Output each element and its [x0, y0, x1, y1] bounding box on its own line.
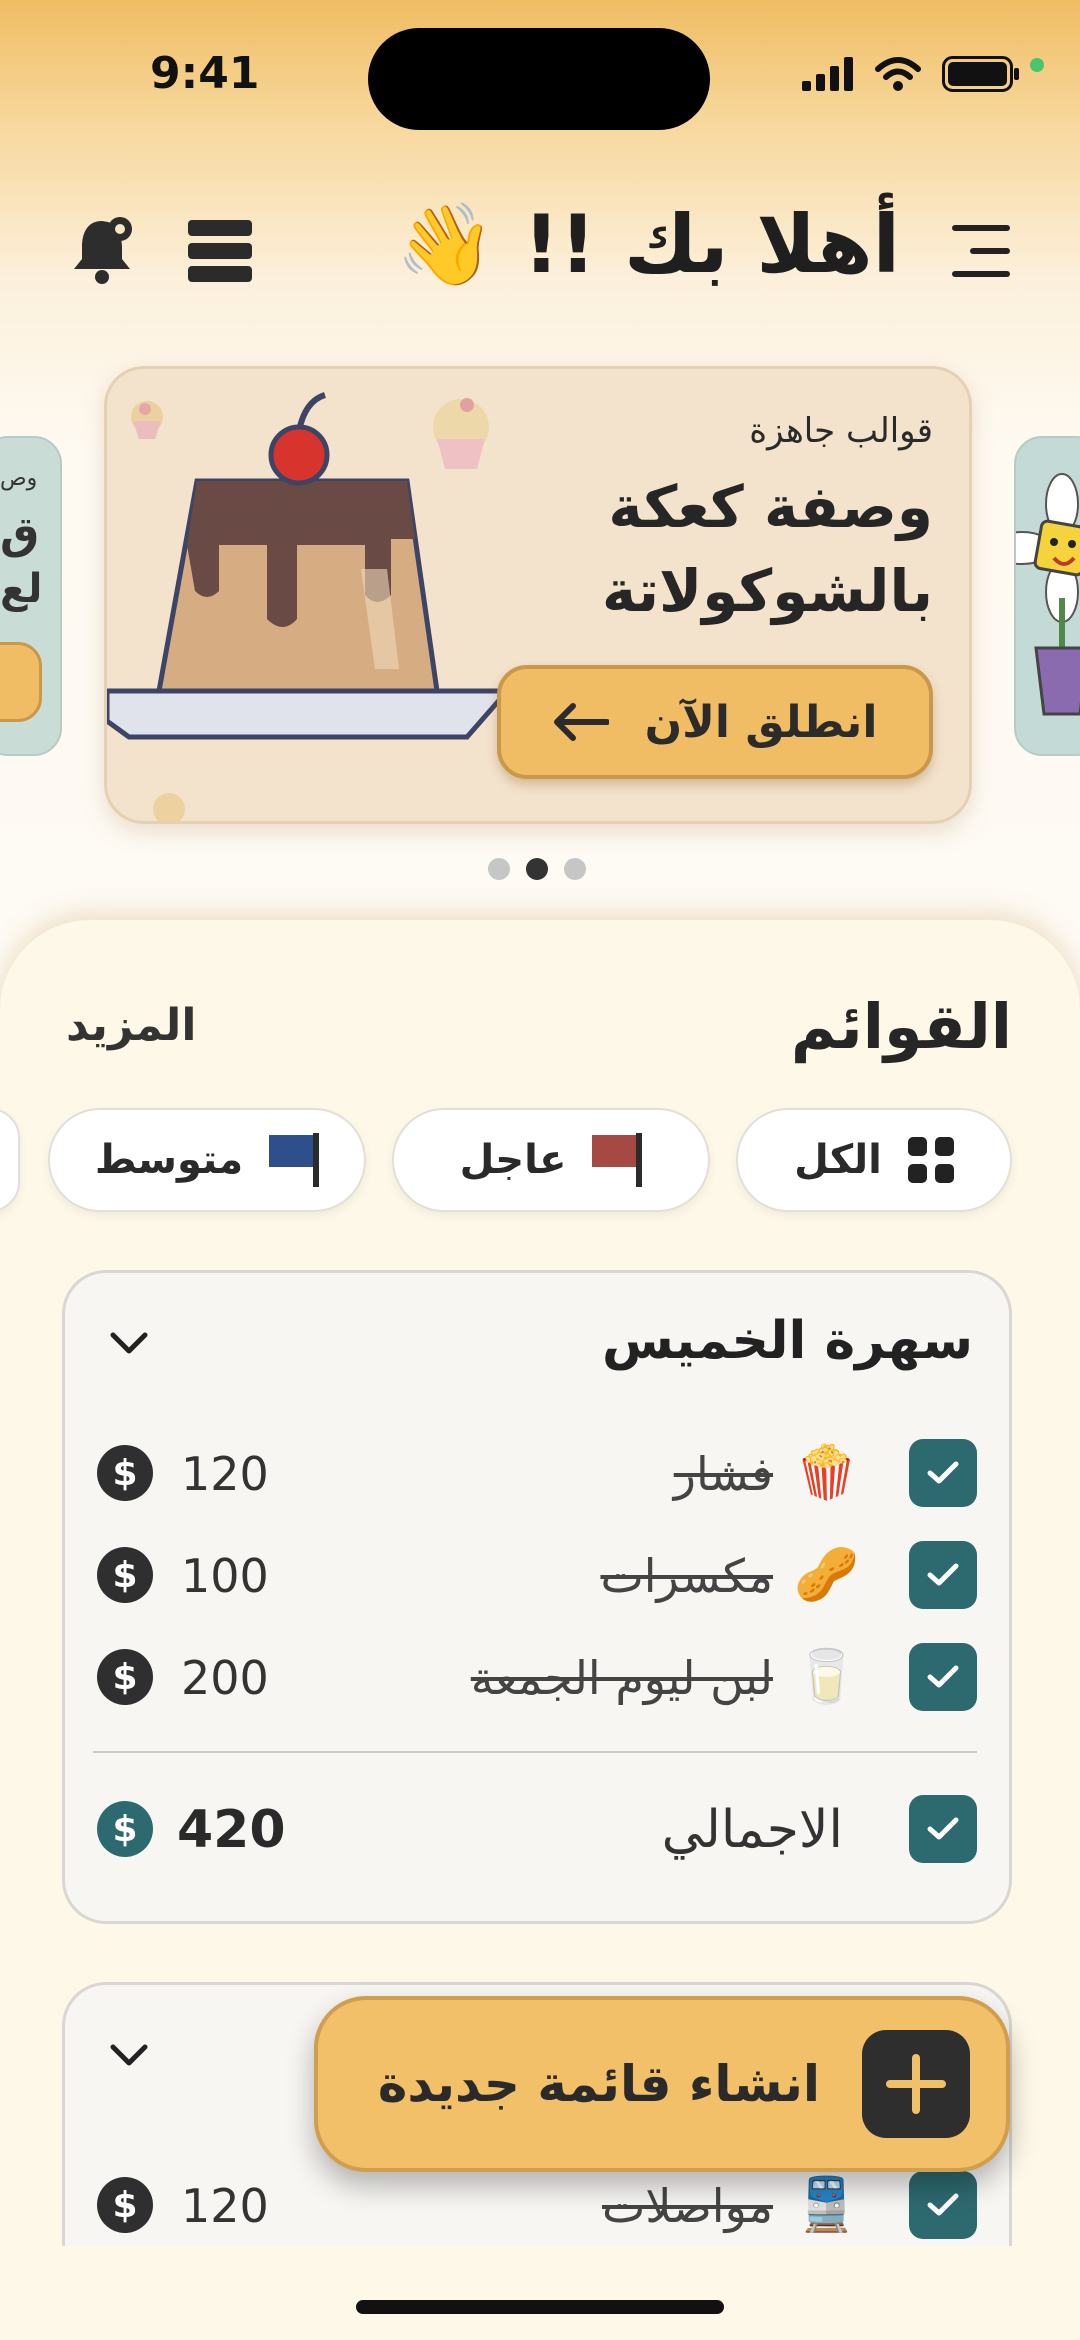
menu-icon[interactable]	[952, 225, 1010, 279]
train-icon: 🚆	[794, 2175, 859, 2235]
chevron-down-icon[interactable]	[109, 1331, 149, 1355]
wifi-icon	[875, 57, 921, 91]
stack-icon[interactable]	[188, 220, 252, 282]
peek-text-1: وص	[0, 466, 38, 491]
item-price: 120	[181, 1447, 269, 1501]
check-icon	[927, 1665, 959, 1688]
lists-title: القوائم	[790, 990, 1012, 1063]
list-item[interactable]: 🍿 فشار 120 $	[65, 1433, 1009, 1513]
dollar-icon: $	[97, 1649, 153, 1705]
chevron-down-icon[interactable]	[109, 2043, 149, 2067]
start-now-button[interactable]: انطلق الآن	[497, 665, 933, 779]
milk-carton-icon: 🥛	[794, 1647, 859, 1707]
filter-chip-urgent[interactable]: عاجل	[392, 1108, 710, 1212]
check-icon	[927, 2193, 959, 2216]
checkbox-checked[interactable]	[909, 1439, 977, 1507]
peek-text-2: ق	[0, 508, 40, 559]
item-price: 200	[181, 1651, 269, 1705]
filter-chip-all[interactable]: الكل	[736, 1108, 1012, 1212]
battery-icon	[942, 56, 1019, 92]
status-time: 9:41	[150, 48, 260, 99]
page-dot[interactable]	[488, 858, 510, 880]
peek-text-3: لع	[0, 566, 43, 612]
status-icons	[802, 56, 1020, 92]
item-name: لبن ليوم الجمعة	[470, 1651, 773, 1705]
arrow-left-icon	[553, 703, 609, 741]
filter-chip-medium[interactable]: متوسط	[48, 1108, 366, 1212]
total-label: الاجمالي	[661, 1800, 843, 1860]
bottom-safe-area	[0, 2246, 1080, 2340]
item-name: فشار	[673, 1447, 773, 1501]
card-title: وصفة كعكة بالشوكولاتة	[602, 473, 933, 625]
carousel-card-previous[interactable]: وص ق لع	[0, 436, 62, 756]
checkbox-checked[interactable]	[909, 1643, 977, 1711]
list-item[interactable]: 🥜 مكسرات 100 $	[65, 1535, 1009, 1615]
notification-bell-icon[interactable]	[70, 215, 134, 285]
greeting-title: أهلا بك !! 👋	[395, 198, 900, 291]
dollar-icon: $	[97, 1445, 153, 1501]
plus-icon	[862, 2030, 970, 2138]
checkbox-checked[interactable]	[909, 1541, 977, 1609]
page-dot-active[interactable]	[526, 858, 548, 880]
item-name: مواصلات	[602, 2179, 773, 2233]
peek-button	[0, 642, 42, 722]
page-dot[interactable]	[564, 858, 586, 880]
dollar-icon: $	[97, 1547, 153, 1603]
item-price: 120	[181, 2179, 269, 2233]
checkbox-checked[interactable]	[909, 2171, 977, 2239]
peanut-icon: 🥜	[794, 1545, 859, 1605]
popcorn-icon: 🍿	[794, 1443, 859, 1503]
flower-illustration	[991, 473, 1080, 716]
flag-icon	[269, 1133, 320, 1187]
flag-icon	[592, 1133, 643, 1187]
check-icon	[927, 1461, 959, 1484]
list-item[interactable]: 🚆 مواصلات 120 $	[65, 2165, 1009, 2245]
create-list-label: انشاء قائمة جديدة	[377, 2055, 820, 2113]
carousel-card-next[interactable]	[991, 436, 1080, 756]
checkbox-checked[interactable]	[909, 1795, 977, 1863]
item-name: مكسرات	[600, 1549, 773, 1603]
filter-label-medium: متوسط	[94, 1137, 244, 1183]
more-link[interactable]: المزيد	[66, 1000, 196, 1051]
create-list-button[interactable]: انشاء قائمة جديدة	[314, 1996, 1010, 2172]
dollar-icon: $	[97, 2177, 153, 2233]
signal-icon	[802, 57, 853, 91]
grid-icon	[907, 1137, 954, 1183]
start-now-label: انطلق الآن	[644, 696, 878, 748]
check-icon	[927, 1817, 959, 1840]
dollar-icon: $	[97, 1801, 153, 1857]
filter-label-all: الكل	[794, 1137, 882, 1183]
check-icon	[927, 1563, 959, 1586]
list-card[interactable]: سهرة الخميس 🍿 فشار 120 $ 🥜 مكسرات 100 $ …	[62, 1270, 1012, 1924]
list-total-row: الاجمالي 420 $	[65, 1789, 1009, 1869]
list-item[interactable]: 🥛 لبن ليوم الجمعة 200 $	[65, 1637, 1009, 1717]
pudding-illustration	[107, 392, 513, 821]
privacy-indicator	[1030, 58, 1044, 72]
dynamic-island	[368, 28, 710, 130]
item-price: 100	[181, 1549, 269, 1603]
carousel-pagination	[488, 858, 586, 880]
carousel-card-active[interactable]: قوالب جاهزة وصفة كعكة بالشوكولاتة انطلق …	[104, 366, 972, 824]
total-value: 420	[177, 1800, 286, 1860]
home-indicator[interactable]	[356, 2300, 724, 2314]
list-title: سهرة الخميس	[601, 1311, 973, 1371]
card-eyebrow: قوالب جاهزة	[749, 411, 933, 451]
divider	[93, 1751, 977, 1753]
filter-label-urgent: عاجل	[459, 1137, 567, 1183]
